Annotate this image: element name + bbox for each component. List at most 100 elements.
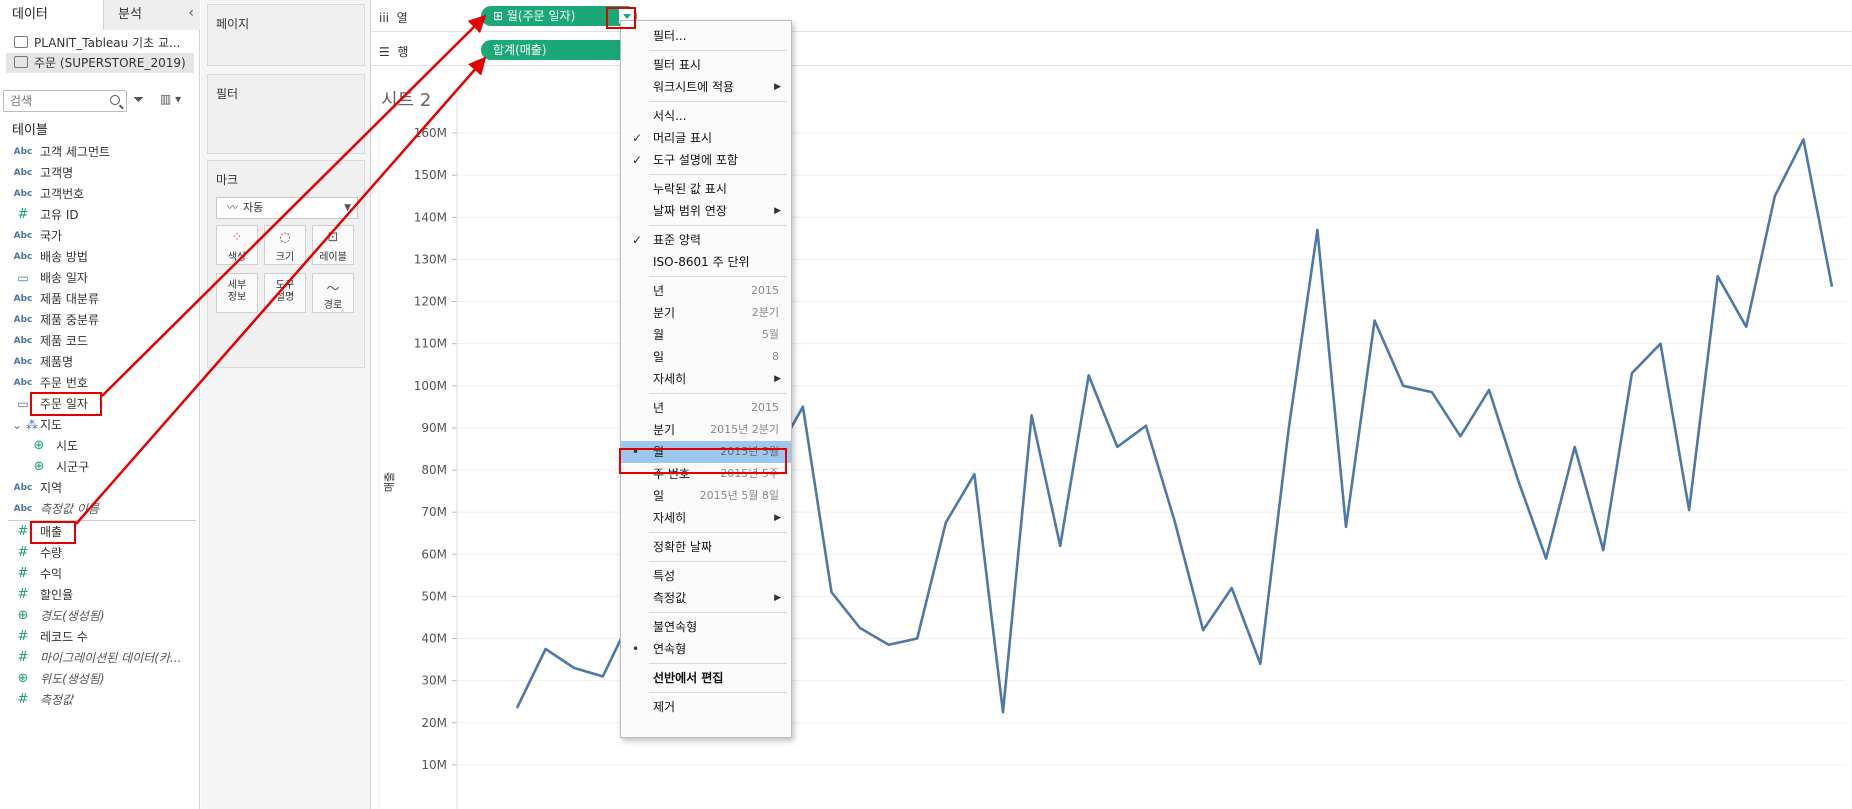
menu-item[interactable]: • 월 2015년 5월 — [621, 441, 791, 463]
menu-item[interactable]: 일 2015년 5월 8일 — [621, 485, 791, 507]
menu-item[interactable]: 년 2015 — [621, 397, 791, 419]
field-item[interactable]: Abc 지역 — [0, 478, 200, 498]
menu-item[interactable]: 워크시트에 적용 ▶ — [621, 76, 791, 98]
menu-item[interactable]: ✓ 머리글 표시 — [621, 127, 791, 149]
tab-data[interactable]: 데이터 — [0, 0, 104, 30]
field-search-input[interactable] — [4, 91, 104, 111]
field-item[interactable]: ▭ 배송 일자 — [0, 268, 200, 288]
menu-item[interactable]: ✓ 도구 설명에 포함 — [621, 149, 791, 171]
field-item[interactable]: ⌄ ⁂ 지도 — [0, 415, 200, 435]
menu-item[interactable]: 필터 표시 — [621, 54, 791, 76]
field-item[interactable]: Abc 제품 대분류 — [0, 289, 200, 309]
geo-type-icon: ⊕ — [17, 608, 29, 623]
field-item[interactable]: Abc 측정값 이름 — [0, 499, 200, 519]
columns-pill-month-order-date[interactable]: ⊞ 월(주문 일자) — [481, 6, 637, 26]
field-item[interactable]: # 고유 ID — [0, 205, 200, 225]
menu-item[interactable]: 주 번호 2015년 5주 — [621, 463, 791, 485]
field-label: 지역 — [40, 481, 63, 495]
columns-shelf[interactable]: iii 열 ⊞ 월(주문 일자) — [371, 2, 1852, 32]
field-item[interactable]: # 측정값 — [0, 690, 200, 710]
field-item[interactable]: # 할인율 — [0, 585, 200, 605]
field-item[interactable]: ⊕ 경도(생성됨) — [0, 606, 200, 626]
datasource-item-superstore[interactable]: 주문 (SUPERSTORE_2019) — [6, 53, 194, 73]
mark-label-button[interactable]: ⊡ 레이블 — [312, 225, 354, 265]
menu-item[interactable]: 분기 2분기 — [621, 302, 791, 324]
field-item[interactable]: # 레코드 수 — [0, 627, 200, 647]
field-search-box[interactable] — [3, 90, 127, 112]
field-item[interactable]: # 수익 — [0, 564, 200, 584]
field-item[interactable]: Abc 국가 — [0, 226, 200, 246]
mark-tooltip-button[interactable]: 도구 설명 — [264, 273, 306, 313]
menu-item[interactable]: 분기 2015년 2분기 — [621, 419, 791, 441]
menu-item[interactable]: 자세히 ▶ — [621, 368, 791, 390]
rows-shelf[interactable]: ☰ 행 합계(매출) — [371, 36, 1852, 66]
menu-item[interactable]: ✓ 표준 양력 — [621, 229, 791, 251]
string-type-icon: Abc — [13, 483, 33, 493]
field-item[interactable]: ⊕ 시도 — [0, 436, 200, 456]
number-type-icon: # — [17, 587, 29, 602]
menu-item-label: 일 — [653, 489, 665, 503]
menu-item[interactable]: 년 2015 — [621, 280, 791, 302]
mark-size-button[interactable]: ◌ 크기 — [264, 225, 306, 265]
mark-type-select[interactable]: 〰 자동 ▼ — [216, 197, 358, 219]
menu-item[interactable]: 누락된 값 표시 — [621, 178, 791, 200]
menu-separator — [649, 101, 787, 102]
menu-separator — [649, 50, 787, 51]
pages-card[interactable]: 페이지 — [207, 4, 365, 66]
menu-item[interactable]: 선반에서 편집 — [621, 667, 791, 689]
rows-pill-sum-sales[interactable]: 합계(매출) — [481, 40, 631, 60]
field-item[interactable]: Abc 고객 세그먼트 — [0, 142, 200, 162]
string-type-icon: Abc — [13, 252, 33, 262]
menu-item-example: 2015 — [751, 284, 779, 297]
field-item[interactable]: Abc 제품 중분류 — [0, 310, 200, 330]
menu-item[interactable]: 필터... — [621, 25, 791, 47]
field-item[interactable]: Abc 제품명 — [0, 352, 200, 372]
menu-item[interactable]: 제거 — [621, 696, 791, 718]
menu-item[interactable]: 날짜 범위 연장 ▶ — [621, 200, 791, 222]
y-tick-label: 60M — [421, 547, 447, 561]
field-item[interactable]: Abc 고객번호 — [0, 184, 200, 204]
field-label: 주문 번호 — [40, 376, 88, 390]
date-type-icon: ▭ — [17, 271, 29, 285]
filter-funnel-icon[interactable]: ⏷ — [133, 92, 144, 108]
field-item[interactable]: ⊕ 시군구 — [0, 457, 200, 477]
tab-analysis[interactable]: 분석 — [104, 0, 200, 30]
menu-item[interactable]: 서식... — [621, 105, 791, 127]
field-item[interactable]: # 수량 — [0, 543, 200, 563]
menu-item[interactable]: 정확한 날짜 — [621, 536, 791, 558]
menu-item[interactable]: • 연속형 — [621, 638, 791, 660]
field-label: 국가 — [40, 229, 63, 243]
mark-detail-button[interactable]: 세부 정보 — [216, 273, 258, 313]
mark-color-button[interactable]: ⁘ 색상 — [216, 225, 258, 265]
mark-path-button[interactable]: 〜 경로 — [312, 273, 354, 313]
date-type-icon: ▭ — [17, 397, 29, 411]
field-item[interactable]: Abc 고객명 — [0, 163, 200, 183]
menu-item[interactable]: 특성 — [621, 565, 791, 587]
menu-item[interactable]: ISO-8601 주 단위 — [621, 251, 791, 273]
menu-item[interactable]: 일8 — [621, 346, 791, 368]
menu-item-label: 필터 표시 — [653, 58, 701, 72]
checkmark-icon: ✓ — [632, 153, 643, 167]
field-item[interactable]: # 마이그레이션된 데이터(카... — [0, 648, 200, 668]
menu-item[interactable]: 자세히 ▶ — [621, 507, 791, 529]
view-options-icon[interactable]: ▥ ▾ — [160, 92, 181, 106]
label-icon: ⊡ — [327, 230, 339, 245]
menu-item[interactable]: 월 5월 — [621, 324, 791, 346]
menu-item[interactable]: 측정값 ▶ — [621, 587, 791, 609]
filters-card-title: 필터 — [216, 87, 239, 101]
field-label: 배송 일자 — [40, 271, 88, 285]
menu-item-example: 2015년 5월 8일 — [699, 489, 779, 502]
field-item[interactable]: ⊕ 위도(생성됨) — [0, 669, 200, 689]
field-item[interactable]: # 매출 — [0, 522, 200, 542]
field-item[interactable]: Abc 배송 방법 — [0, 247, 200, 267]
field-item[interactable]: Abc 주문 번호 — [0, 373, 200, 393]
menu-separator — [649, 532, 787, 533]
datasource-item-planit[interactable]: PLANIT_Tableau 기초 교... — [6, 33, 194, 53]
collapse-pane-icon[interactable]: ‹ — [188, 5, 194, 21]
menu-item-label: 주 번호 — [653, 467, 690, 481]
menu-item[interactable]: 불연속형 — [621, 616, 791, 638]
filters-card[interactable]: 필터 — [207, 74, 365, 154]
datasource-label: 주문 (SUPERSTORE_2019) — [34, 56, 186, 70]
field-item[interactable]: ▭ 주문 일자 — [0, 394, 200, 414]
field-item[interactable]: Abc 제품 코드 — [0, 331, 200, 351]
